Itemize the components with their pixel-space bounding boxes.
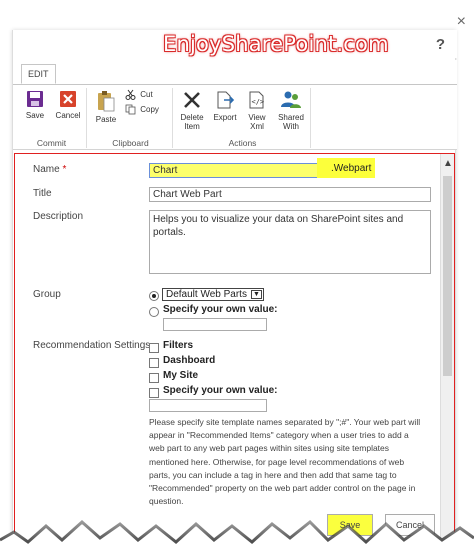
paste-button[interactable]: Paste xyxy=(93,90,119,124)
group-custom-input[interactable] xyxy=(163,318,267,331)
cut-button[interactable]: Cut xyxy=(125,89,153,101)
torn-edge-decoration xyxy=(0,519,474,552)
delete-label-line1: Delete xyxy=(180,113,204,122)
delete-item-button[interactable]: Delete Item xyxy=(177,90,207,131)
xml-icon: </> xyxy=(249,91,265,109)
cancel-icon xyxy=(60,91,76,107)
group-label: Group xyxy=(33,289,61,300)
export-icon xyxy=(217,91,235,109)
group-custom-label: Specify your own value: xyxy=(163,304,278,315)
name-input[interactable] xyxy=(149,163,321,178)
edit-dialog: EnjoySharePoint.com ? EDIT Save Cancel C… xyxy=(12,30,457,543)
filters-label: Filters xyxy=(163,340,194,351)
vertical-scrollbar[interactable]: ▲ xyxy=(440,154,454,542)
required-mark: * xyxy=(62,164,67,175)
scroll-thumb[interactable] xyxy=(443,176,452,376)
help-line-3: web part to any web part pages within si… xyxy=(149,443,390,454)
description-textarea[interactable]: Helps you to visualize your data on Shar… xyxy=(149,210,431,274)
recommendation-help-text: Please specify site template names separ… xyxy=(149,416,439,508)
save-ribbon-label: Save xyxy=(25,111,45,120)
chevron-down-icon: ▼ xyxy=(250,290,262,299)
mysite-checkbox[interactable] xyxy=(149,373,159,383)
tab-edit[interactable]: EDIT xyxy=(21,64,56,84)
scissors-icon xyxy=(125,90,136,101)
view-xml-button[interactable]: </> View Xml xyxy=(243,90,271,131)
view-xml-label-line1: View xyxy=(248,113,266,122)
group-select-value: Default Web Parts xyxy=(166,289,247,300)
export-label: Export xyxy=(213,113,237,122)
help-line-5: parts, you can include a tag in here and… xyxy=(149,469,397,480)
cancel-ribbon-label: Cancel xyxy=(55,111,81,120)
ribbon-group-clipboard: Paste Cut Copy Clipboard xyxy=(89,88,173,148)
save-ribbon-button[interactable]: Save xyxy=(21,90,49,120)
filters-checkbox[interactable] xyxy=(149,343,159,353)
ribbon-group-actions: Delete Item Export </> View Xml Shared W… xyxy=(175,88,311,148)
delete-icon xyxy=(184,92,200,108)
close-icon[interactable]: × xyxy=(457,14,466,30)
rec-custom-checkbox[interactable] xyxy=(149,388,159,398)
title-input[interactable] xyxy=(149,187,431,202)
name-label-text: Name xyxy=(33,164,60,175)
paste-icon xyxy=(98,91,115,112)
web-part-properties-form: ▲ Name * .Webpart Title Description Help… xyxy=(14,153,455,543)
name-suffix: .Webpart xyxy=(317,158,376,178)
title-label: Title xyxy=(33,188,52,199)
svg-text:</>: </> xyxy=(252,98,265,106)
dialog-header: EnjoySharePoint.com ? xyxy=(13,30,457,58)
group-label-commit: Commit xyxy=(36,138,67,148)
ribbon-divider xyxy=(13,84,457,85)
help-icon[interactable]: ? xyxy=(436,36,445,53)
group-select[interactable]: Default Web Parts ▼ xyxy=(162,288,264,301)
shared-with-button[interactable]: Shared With xyxy=(275,90,307,131)
help-line-7: question. xyxy=(149,496,184,507)
cancel-ribbon-button[interactable]: Cancel xyxy=(53,90,83,120)
people-icon xyxy=(281,91,301,108)
copy-icon xyxy=(125,104,136,115)
shared-label-line1: Shared xyxy=(278,113,304,122)
export-button[interactable]: Export xyxy=(211,90,239,122)
name-label: Name * xyxy=(33,164,66,175)
dashboard-label: Dashboard xyxy=(163,355,216,366)
scroll-up-icon[interactable]: ▲ xyxy=(443,158,453,169)
cut-label: Cut xyxy=(140,90,153,99)
paste-label: Paste xyxy=(95,115,117,124)
delete-label-line2: Item xyxy=(184,122,200,131)
mysite-label: My Site xyxy=(163,370,199,381)
group-label-actions: Actions xyxy=(228,138,257,148)
help-line-4: mentioned here. Otherwise, for page leve… xyxy=(149,456,405,467)
group-label-clipboard: Clipboard xyxy=(112,138,149,148)
group-default-radio[interactable] xyxy=(149,291,159,301)
rec-custom-label: Specify your own value: xyxy=(163,385,278,396)
help-line-2: appear in "Recommended Items" category w… xyxy=(149,430,409,441)
recommendation-label: Recommendation Settings xyxy=(33,340,151,351)
help-line-1: Please specify site template names separ… xyxy=(149,417,421,427)
ribbon: EDIT Save Cancel Commit Paste Cut Copy C… xyxy=(13,60,457,150)
help-line-6: "Recommended" property on the web part a… xyxy=(149,483,416,494)
copy-button[interactable]: Copy xyxy=(125,104,159,115)
dashboard-checkbox[interactable] xyxy=(149,358,159,368)
view-xml-label-line2: Xml xyxy=(250,122,264,131)
shared-label-line2: With xyxy=(283,122,299,131)
watermark-logo: EnjoySharePoint.com xyxy=(163,32,389,56)
group-custom-radio[interactable] xyxy=(149,307,159,317)
rec-custom-input[interactable] xyxy=(149,399,267,412)
ribbon-group-commit: Save Cancel Commit xyxy=(17,88,87,148)
description-label: Description xyxy=(33,211,84,222)
copy-label: Copy xyxy=(140,105,159,114)
save-icon xyxy=(27,91,43,107)
